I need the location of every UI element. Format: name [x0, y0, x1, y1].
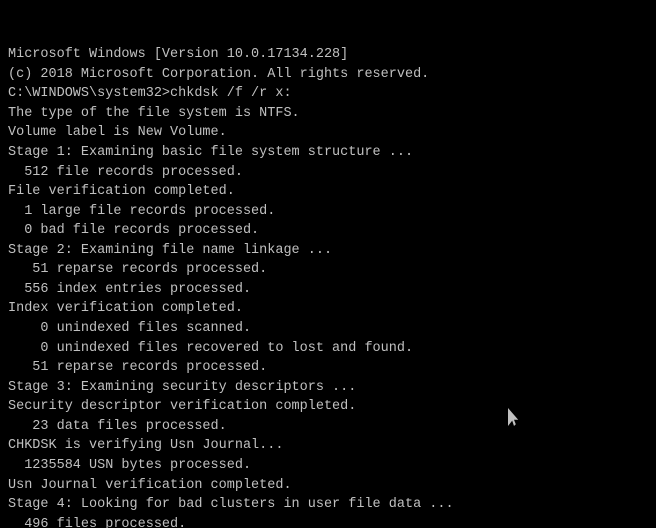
- terminal-line: (c) 2018 Microsoft Corporation. All righ…: [8, 65, 648, 85]
- terminal-line: C:\WINDOWS\system32>chkdsk /f /r x:: [8, 84, 648, 104]
- terminal-line: 0 unindexed files scanned.: [8, 319, 648, 339]
- terminal-line: Stage 3: Examining security descriptors …: [8, 378, 648, 398]
- terminal-line: Usn Journal verification completed.: [8, 476, 648, 496]
- terminal-line: Microsoft Windows [Version 10.0.17134.22…: [8, 45, 648, 65]
- terminal-line: 0 bad file records processed.: [8, 221, 648, 241]
- terminal-window: Microsoft Windows [Version 10.0.17134.22…: [0, 0, 656, 528]
- terminal-line: 51 reparse records processed.: [8, 358, 648, 378]
- terminal-output: Microsoft Windows [Version 10.0.17134.22…: [8, 45, 648, 528]
- terminal-line: Stage 4: Looking for bad clusters in use…: [8, 495, 648, 515]
- terminal-line: The type of the file system is NTFS.: [8, 104, 648, 124]
- terminal-line: 0 unindexed files recovered to lost and …: [8, 339, 648, 359]
- terminal-line: 556 index entries processed.: [8, 280, 648, 300]
- terminal-line: File verification completed.: [8, 182, 648, 202]
- terminal-line: 23 data files processed.: [8, 417, 648, 437]
- terminal-line: Security descriptor verification complet…: [8, 397, 648, 417]
- terminal-line: Index verification completed.: [8, 299, 648, 319]
- terminal-line: Stage 2: Examining file name linkage ...: [8, 241, 648, 261]
- terminal-line: Volume label is New Volume.: [8, 123, 648, 143]
- terminal-line: 512 file records processed.: [8, 163, 648, 183]
- terminal-line: 1 large file records processed.: [8, 202, 648, 222]
- terminal-line: CHKDSK is verifying Usn Journal...: [8, 436, 648, 456]
- terminal-line: 496 files processed.: [8, 515, 648, 528]
- terminal-line: Stage 1: Examining basic file system str…: [8, 143, 648, 163]
- terminal-line: 1235584 USN bytes processed.: [8, 456, 648, 476]
- terminal-line: 51 reparse records processed.: [8, 260, 648, 280]
